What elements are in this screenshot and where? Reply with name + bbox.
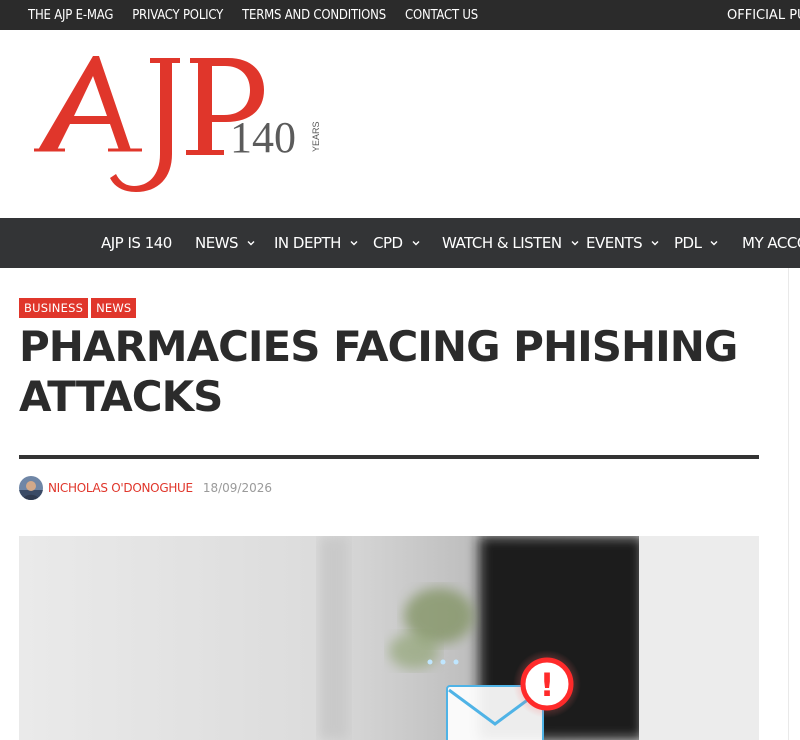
hero-photo: ! [19,536,759,740]
nav-item-label: PDL [674,234,702,252]
chevron-down-icon [350,241,358,246]
nav-item-label: IN DEPTH [274,234,341,252]
svg-text:!: ! [540,666,555,704]
nav-item-ajp-is-140[interactable]: AJP IS 140 [101,218,172,268]
top-links: THE AJP E-MAG PRIVACY POLICY TERMS AND C… [28,0,478,30]
nav-item-label: WATCH & LISTEN [442,234,562,252]
article-title: PHARMACIES FACING PHISHING ATTACKS [19,322,738,421]
chevron-down-icon [651,241,659,246]
nav-item-label: AJP IS 140 [101,234,172,252]
sidebar-divider [788,268,789,740]
category-tags: BUSINESS NEWS [19,298,137,318]
nav-item-label: CPD [373,234,403,252]
title-divider [19,455,759,459]
chevron-down-icon [412,241,420,246]
site-logo[interactable]: 140 YEARS [30,46,330,196]
top-utility-bar: THE AJP E-MAG PRIVACY POLICY TERMS AND C… [0,0,800,30]
top-link-terms[interactable]: TERMS AND CONDITIONS [242,8,386,23]
author-photo [19,476,43,500]
nav-item-in-depth[interactable]: IN DEPTH [274,218,359,268]
nav-item-watch-listen[interactable]: WATCH & LISTEN [442,218,580,268]
logo-number: 140 [230,113,296,162]
ajp-140-logo: 140 YEARS [34,56,321,192]
logo-years: YEARS [311,121,321,152]
nav-item-label: NEWS [195,234,239,252]
top-link-contact[interactable]: CONTACT US [405,8,478,23]
author-avatar[interactable] [19,476,43,500]
nav-item-events[interactable]: EVENTS [586,218,660,268]
publish-date: 18/09/2026 [202,481,272,495]
tag-news[interactable]: NEWS [91,298,137,318]
top-link-privacy[interactable]: PRIVACY POLICY [132,8,223,23]
top-link-emag[interactable]: THE AJP E-MAG [28,8,113,23]
author-link[interactable]: NICHOLAS O'DONOGHUE [48,481,193,495]
article-byline: NICHOLAS O'DONOGHUE 18/09/2026 [19,476,272,500]
chevron-down-icon [571,241,579,246]
nav-item-label: MY ACCOU [742,234,800,252]
nav-item-my-account[interactable]: MY ACCOU [742,218,800,268]
nav-item-news[interactable]: NEWS [195,218,256,268]
nav-item-pdl[interactable]: PDL [674,218,719,268]
chevron-down-icon [247,241,255,246]
top-right-text[interactable]: OFFICIAL PUBLI [727,0,800,30]
tag-business[interactable]: BUSINESS [19,298,89,318]
nav-item-label: EVENTS [586,234,643,252]
main-nav: AJP IS 140 NEWS IN DEPTH CPD WATCH & LIS… [0,218,800,268]
article-hero-image: ! [19,536,759,740]
nav-item-cpd[interactable]: CPD [373,218,421,268]
chevron-down-icon [710,241,718,246]
